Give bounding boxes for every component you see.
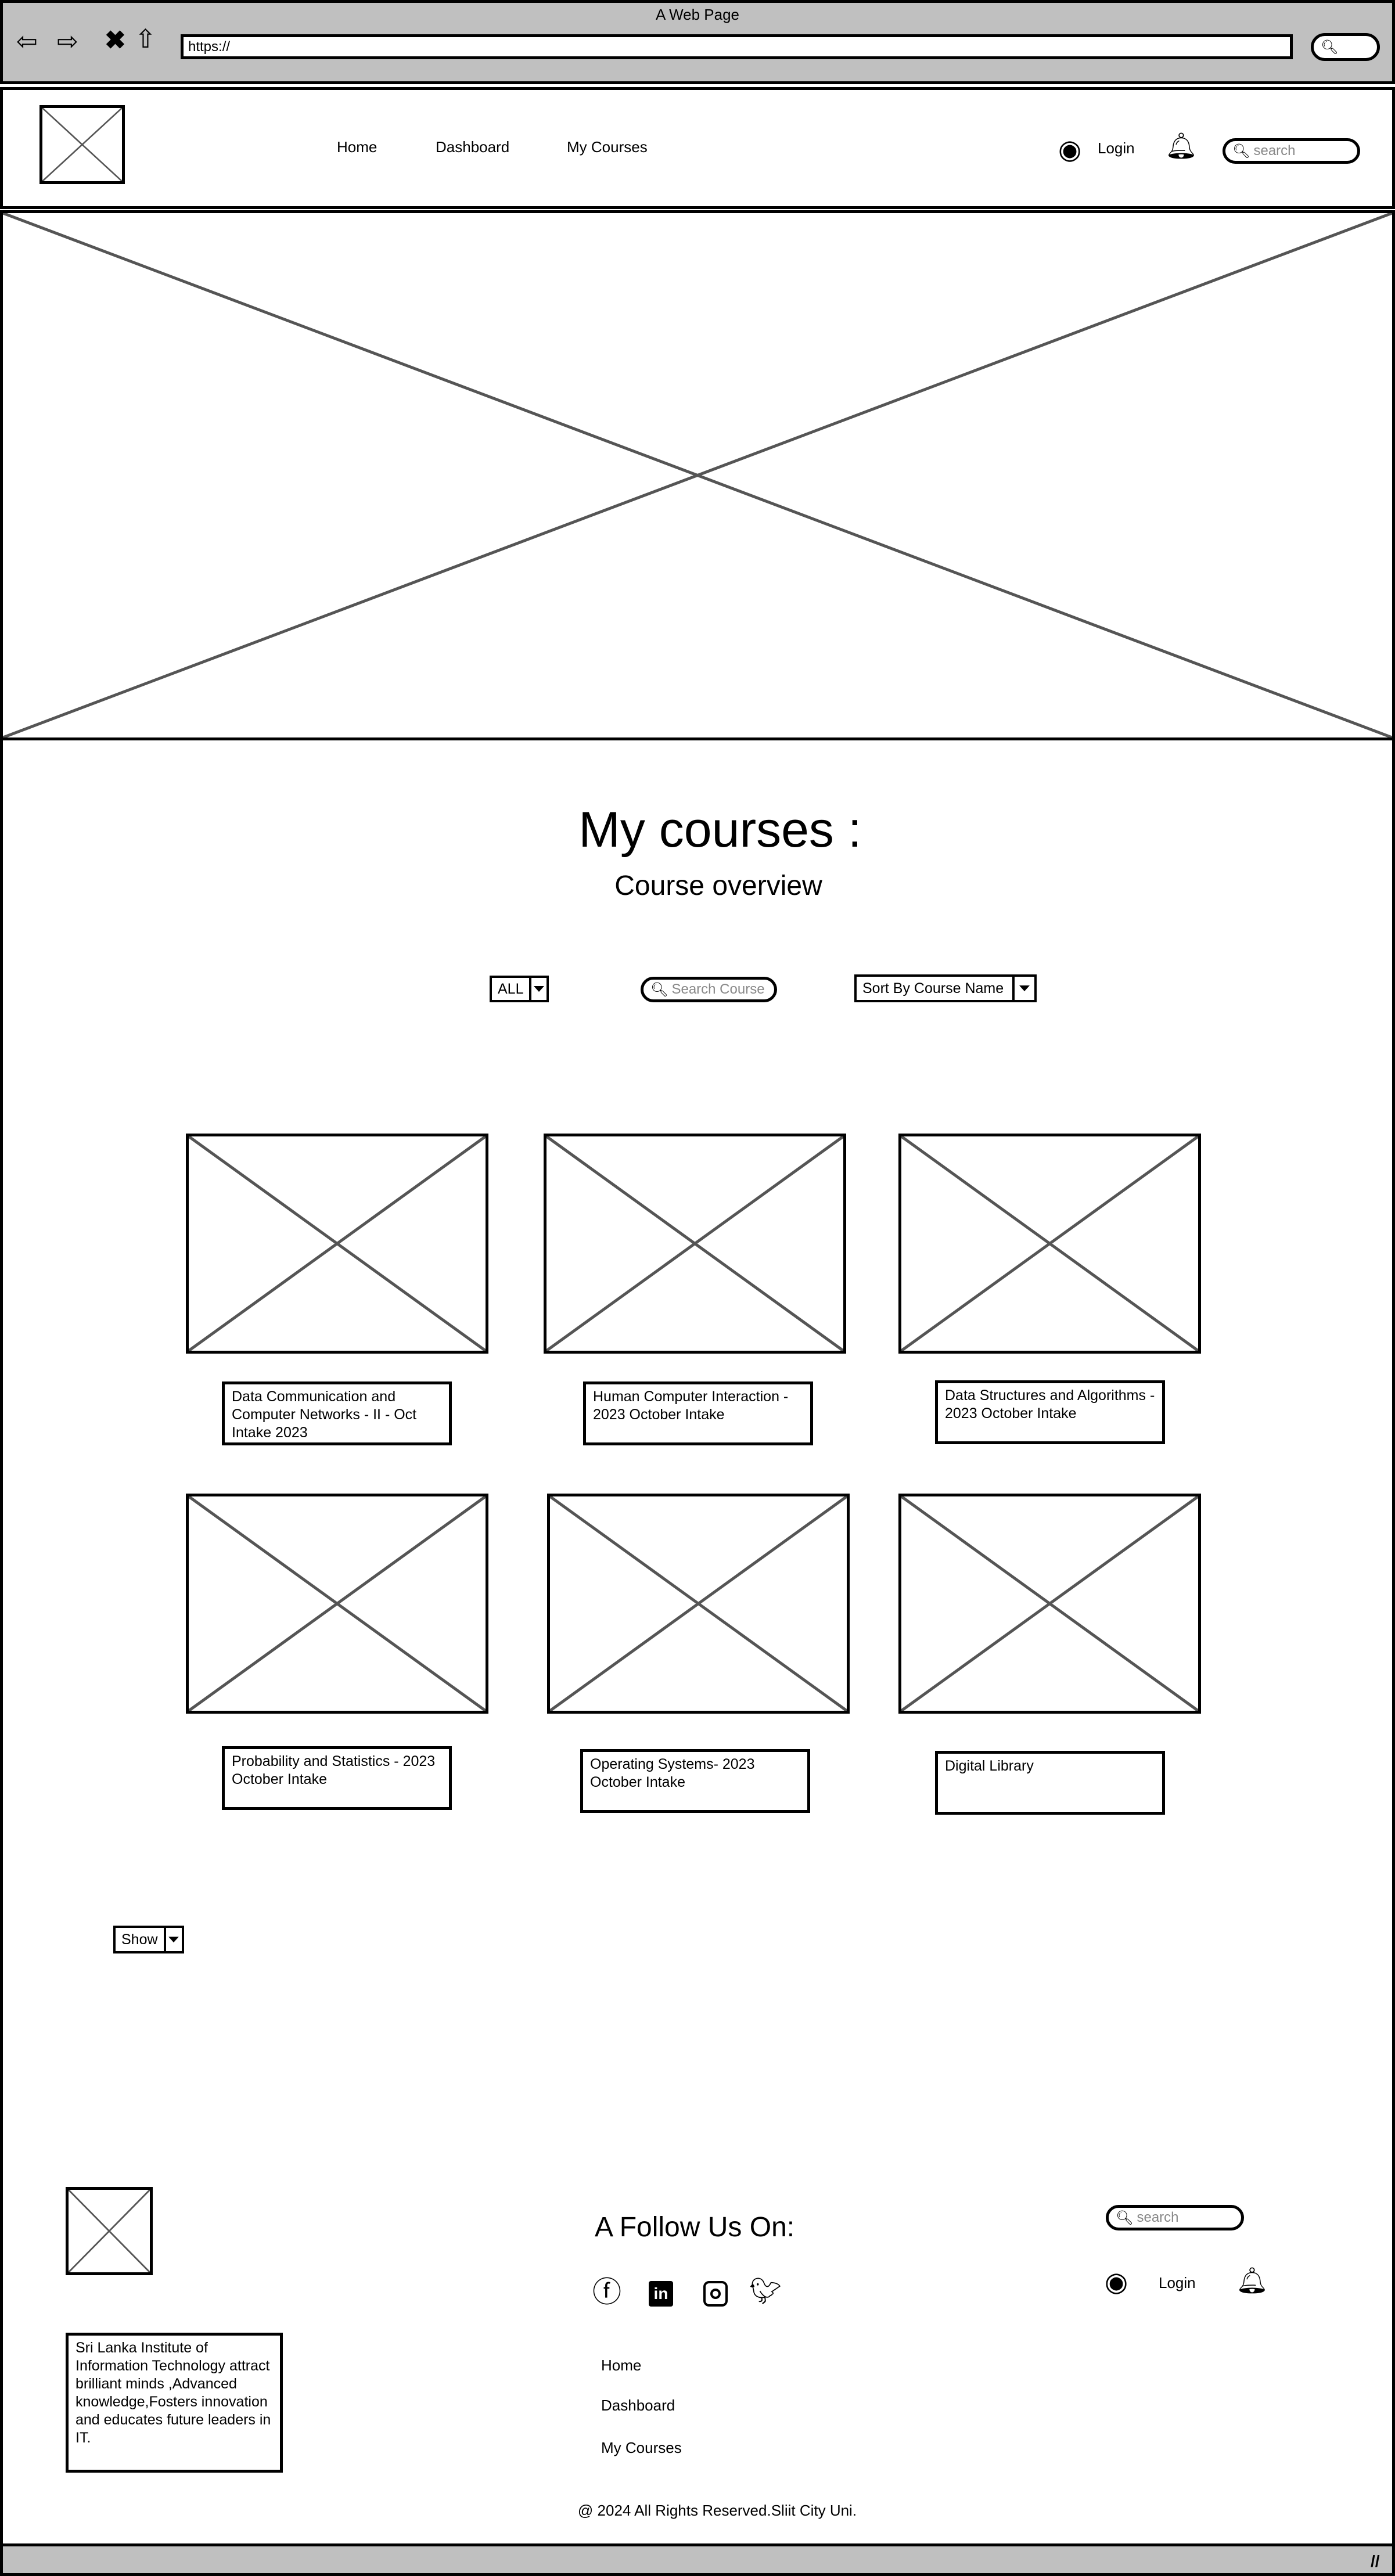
footer-search-input[interactable]: 🔍︎ search bbox=[1106, 2205, 1244, 2230]
course-title[interactable]: Data Communication and Computer Networks… bbox=[222, 1381, 452, 1445]
nav-home[interactable]: Home bbox=[337, 138, 377, 156]
twitter-icon[interactable]: 🐦︎ bbox=[749, 2279, 782, 2304]
forward-icon[interactable]: ⇨ bbox=[57, 29, 78, 55]
browser-search-button[interactable]: 🔍︎ bbox=[1311, 33, 1380, 61]
browser-title: A Web Page bbox=[655, 6, 740, 23]
chevron-down-icon bbox=[531, 978, 547, 1000]
footer-login-link[interactable]: Login bbox=[1159, 2274, 1196, 2292]
login-link[interactable]: Login bbox=[1098, 139, 1135, 157]
sort-value: Sort By Course Name bbox=[857, 977, 1015, 1000]
course-image[interactable] bbox=[547, 1494, 850, 1714]
status-bar bbox=[0, 2543, 1395, 2576]
show-dropdown[interactable]: Show bbox=[113, 1926, 184, 1953]
stop-icon[interactable]: ✖ bbox=[105, 28, 126, 53]
course-title[interactable]: Digital Library bbox=[935, 1751, 1165, 1815]
logo[interactable] bbox=[39, 105, 125, 184]
hero-image bbox=[0, 210, 1395, 740]
nav-dashboard[interactable]: Dashboard bbox=[436, 138, 509, 156]
page-title: My courses : bbox=[578, 802, 862, 858]
instagram-icon[interactable] bbox=[703, 2281, 728, 2307]
nav-my-courses[interactable]: My Courses bbox=[567, 138, 648, 156]
footer-nav-my-courses[interactable]: My Courses bbox=[601, 2439, 682, 2457]
footer-nav-home[interactable]: Home bbox=[601, 2356, 641, 2374]
user-icon[interactable]: ◉ bbox=[1058, 136, 1081, 163]
page-subtitle: Course overview bbox=[614, 870, 822, 901]
category-dropdown[interactable]: ALL bbox=[490, 976, 549, 1002]
search-icon: 🔍︎ bbox=[1116, 2210, 1134, 2226]
course-search-input[interactable]: 🔍︎ Search Course bbox=[641, 977, 777, 1002]
linkedin-icon[interactable]: in bbox=[649, 2281, 673, 2307]
search-placeholder: search bbox=[1253, 143, 1296, 159]
resize-grip-icon[interactable]: // bbox=[1371, 2552, 1380, 2571]
search-icon: 🔍︎ bbox=[1232, 143, 1250, 159]
address-bar[interactable]: https:// bbox=[181, 34, 1293, 59]
follow-title: A Follow Us On: bbox=[595, 2212, 795, 2243]
course-title[interactable]: Probability and Statistics - 2023 Octobe… bbox=[222, 1746, 452, 1810]
facebook-icon[interactable]: ⓕ bbox=[592, 2278, 621, 2307]
bell-icon[interactable]: 🔔︎ bbox=[1236, 2268, 1268, 2294]
chevron-down-icon bbox=[166, 1928, 182, 1951]
course-image[interactable] bbox=[186, 1494, 488, 1714]
course-image[interactable] bbox=[544, 1134, 846, 1354]
home-icon[interactable]: ⇧ bbox=[135, 27, 156, 52]
course-image[interactable] bbox=[898, 1134, 1201, 1354]
bell-icon[interactable]: 🔔︎ bbox=[1165, 134, 1198, 159]
chevron-down-icon bbox=[1015, 977, 1034, 1000]
search-icon: 🔍︎ bbox=[650, 981, 668, 998]
course-title[interactable]: Human Computer Interaction - 2023 Octobe… bbox=[583, 1381, 813, 1445]
course-image[interactable] bbox=[186, 1134, 488, 1354]
footer-logo bbox=[66, 2187, 153, 2275]
category-value: ALL bbox=[492, 978, 532, 1000]
search-icon: 🔍︎ bbox=[1321, 39, 1339, 55]
copyright: @ 2024 All Rights Reserved.Sliit City Un… bbox=[577, 2502, 857, 2519]
search-placeholder: Search Course bbox=[671, 981, 765, 997]
footer-about: Sri Lanka Institute of Information Techn… bbox=[66, 2333, 283, 2473]
show-value: Show bbox=[116, 1928, 166, 1951]
course-title[interactable]: Operating Systems- 2023 October Intake bbox=[580, 1749, 810, 1813]
header-search-input[interactable]: 🔍︎ search bbox=[1223, 138, 1360, 164]
search-placeholder: search bbox=[1137, 2210, 1179, 2225]
course-title[interactable]: Data Structures and Algorithms - 2023 Oc… bbox=[935, 1380, 1165, 1444]
footer-nav-dashboard[interactable]: Dashboard bbox=[601, 2397, 675, 2415]
sort-dropdown[interactable]: Sort By Course Name bbox=[854, 974, 1037, 1002]
back-icon[interactable]: ⇦ bbox=[16, 29, 38, 55]
user-icon[interactable]: ◉ bbox=[1105, 2268, 1128, 2295]
course-image[interactable] bbox=[898, 1494, 1201, 1714]
